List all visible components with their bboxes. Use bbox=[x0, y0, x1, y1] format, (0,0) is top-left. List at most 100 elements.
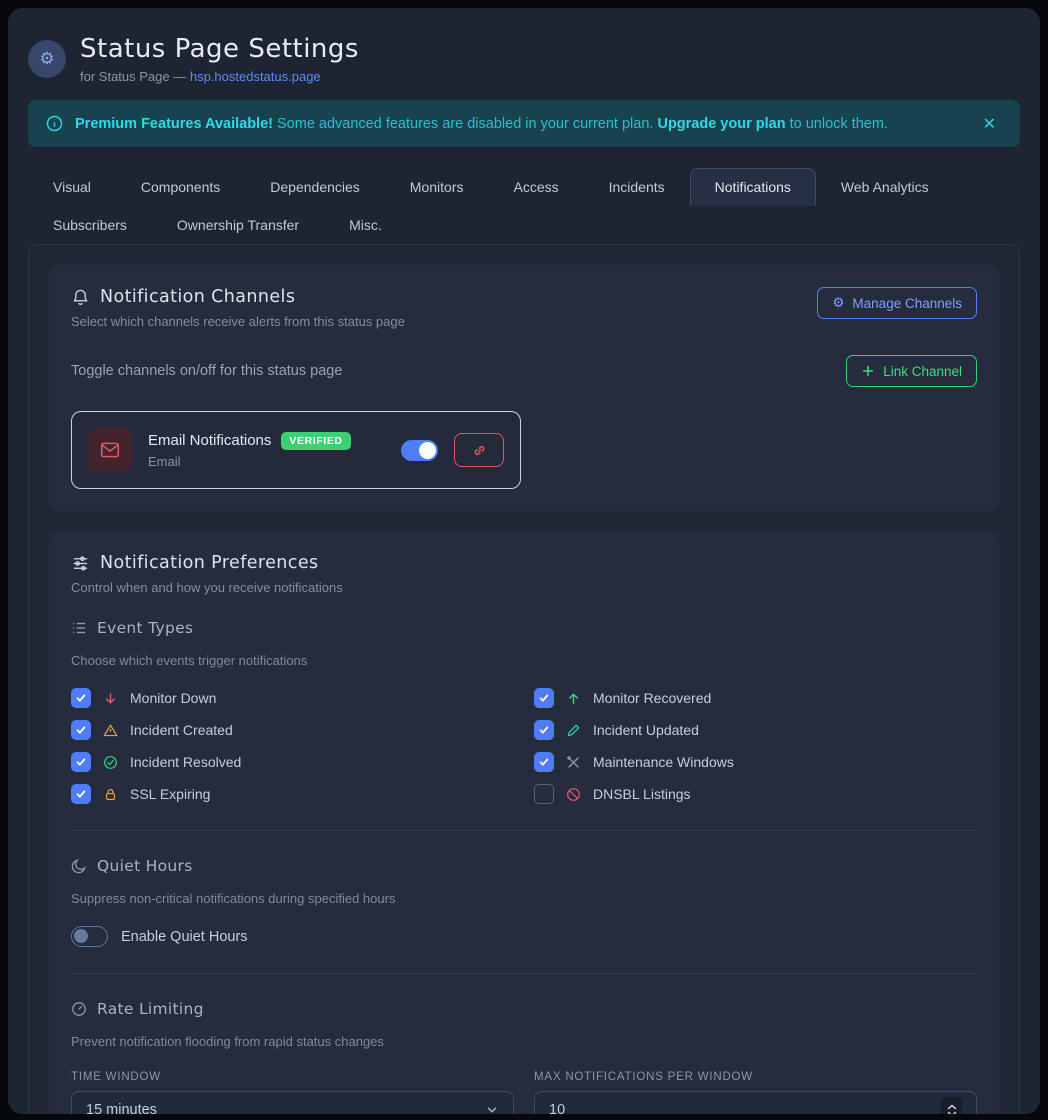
pencil-icon bbox=[565, 723, 582, 738]
preferences-title-row: Notification Preferences bbox=[71, 553, 977, 573]
tab-visual[interactable]: Visual bbox=[28, 168, 116, 206]
divider bbox=[71, 830, 977, 831]
event-item-incident-updated: Incident Updated bbox=[534, 720, 977, 740]
number-stepper[interactable] bbox=[941, 1097, 962, 1114]
link-channel-label: Link Channel bbox=[883, 364, 962, 379]
toggle-knob bbox=[74, 929, 88, 943]
event-label: Incident Updated bbox=[593, 722, 699, 738]
event-label: Monitor Down bbox=[130, 690, 216, 706]
channel-info: Email Notifications VERIFIED Email bbox=[148, 432, 385, 469]
email-channel-toggle[interactable] bbox=[401, 440, 438, 461]
time-window-select[interactable]: 15 minutes bbox=[71, 1091, 514, 1114]
tab-monitors[interactable]: Monitors bbox=[385, 168, 489, 206]
tools-icon bbox=[565, 755, 582, 770]
page-header-text: Status Page Settings for Status Page — h… bbox=[80, 34, 359, 84]
channel-row-email: Email Notifications VERIFIED Email bbox=[71, 411, 521, 489]
max-notifications-field: MAX NOTIFICATIONS PER WINDOW bbox=[534, 1071, 977, 1114]
event-item-dnsbl-listings: DNSBL Listings bbox=[534, 784, 977, 804]
page-header: ⚙ Status Page Settings for Status Page —… bbox=[28, 34, 1020, 84]
divider bbox=[71, 973, 977, 974]
channels-title-row: Notification Channels bbox=[71, 287, 405, 307]
quiet-hours-title-row: Quiet Hours bbox=[71, 857, 977, 875]
lock-icon bbox=[102, 787, 119, 802]
notification-preferences-card: Notification Preferences Control when an… bbox=[49, 531, 999, 1114]
channels-subtitle: Select which channels receive alerts fro… bbox=[71, 314, 405, 329]
tab-web-analytics[interactable]: Web Analytics bbox=[816, 168, 954, 206]
info-icon bbox=[46, 115, 63, 132]
event-label: Incident Resolved bbox=[130, 754, 241, 770]
quiet-hours-subtitle: Suppress non-critical notifications duri… bbox=[71, 891, 977, 906]
dnsbl-listings-checkbox[interactable] bbox=[534, 784, 554, 804]
tab-dependencies[interactable]: Dependencies bbox=[245, 168, 385, 206]
event-types-title: Event Types bbox=[97, 619, 193, 637]
event-item-maintenance-windows: Maintenance Windows bbox=[534, 752, 977, 772]
premium-banner: Premium Features Available! Some advance… bbox=[28, 100, 1020, 147]
tab-ownership-transfer[interactable]: Ownership Transfer bbox=[152, 206, 324, 244]
upgrade-plan-link[interactable]: Upgrade your plan bbox=[657, 116, 785, 132]
event-item-monitor-down: Monitor Down bbox=[71, 688, 514, 708]
tab-components[interactable]: Components bbox=[116, 168, 245, 206]
bell-icon bbox=[71, 288, 90, 307]
envelope-icon bbox=[99, 439, 121, 461]
toggle-hint: Toggle channels on/off for this status p… bbox=[71, 363, 342, 379]
tab-notifications[interactable]: Notifications bbox=[690, 168, 816, 206]
tab-access[interactable]: Access bbox=[488, 168, 583, 206]
event-label: Incident Created bbox=[130, 722, 233, 738]
incident-updated-checkbox[interactable] bbox=[534, 720, 554, 740]
premium-banner-text: Premium Features Available! Some advance… bbox=[75, 116, 965, 132]
page-title: Status Page Settings bbox=[80, 34, 359, 64]
preferences-title: Notification Preferences bbox=[100, 553, 319, 573]
event-types-title-row: Event Types bbox=[71, 619, 977, 637]
tab-misc[interactable]: Misc. bbox=[324, 206, 407, 244]
tab-incidents[interactable]: Incidents bbox=[584, 168, 690, 206]
event-item-ssl-expiring: SSL Expiring bbox=[71, 784, 514, 804]
status-page-link[interactable]: hsp.hostedstatus.page bbox=[190, 69, 321, 84]
max-notifications-input[interactable] bbox=[549, 1102, 941, 1114]
gear-avatar: ⚙ bbox=[28, 40, 66, 78]
premium-banner-bold: Premium Features Available! bbox=[75, 116, 273, 132]
channel-name: Email Notifications bbox=[148, 432, 271, 449]
gear-icon: ⚙ bbox=[832, 295, 844, 311]
settings-tabs: Visual Components Dependencies Monitors … bbox=[28, 168, 1020, 244]
plus-icon bbox=[861, 364, 875, 378]
page-subtitle-prefix: for Status Page — bbox=[80, 69, 190, 84]
monitor-down-checkbox[interactable] bbox=[71, 688, 91, 708]
sliders-icon bbox=[71, 554, 90, 573]
preferences-subtitle: Control when and how you receive notific… bbox=[71, 580, 977, 595]
settings-page: ⚙ Status Page Settings for Status Page —… bbox=[8, 8, 1040, 1114]
rate-limiting-title: Rate Limiting bbox=[97, 1000, 204, 1018]
event-item-incident-resolved: Incident Resolved bbox=[71, 752, 514, 772]
list-icon bbox=[71, 620, 87, 636]
enable-quiet-hours-toggle[interactable] bbox=[71, 926, 108, 947]
incident-resolved-checkbox[interactable] bbox=[71, 752, 91, 772]
link-channel-button[interactable]: Link Channel bbox=[846, 355, 977, 387]
manage-channels-label: Manage Channels bbox=[852, 296, 962, 311]
channel-tile bbox=[88, 428, 132, 472]
gauge-icon bbox=[71, 1001, 87, 1017]
manage-channels-button[interactable]: ⚙ Manage Channels bbox=[817, 287, 977, 319]
channel-name-row: Email Notifications VERIFIED bbox=[148, 432, 385, 450]
time-window-field: TIME WINDOW 15 minutes bbox=[71, 1071, 514, 1114]
event-item-monitor-recovered: Monitor Recovered bbox=[534, 688, 977, 708]
verified-badge: VERIFIED bbox=[281, 432, 350, 450]
premium-banner-middle: Some advanced features are disabled in y… bbox=[273, 116, 657, 132]
premium-banner-suffix: to unlock them. bbox=[786, 116, 888, 132]
maintenance-windows-checkbox[interactable] bbox=[534, 752, 554, 772]
check-circle-icon bbox=[102, 755, 119, 770]
rate-limiting-title-row: Rate Limiting bbox=[71, 1000, 977, 1018]
incident-created-checkbox[interactable] bbox=[71, 720, 91, 740]
channels-title: Notification Channels bbox=[100, 287, 295, 307]
monitor-recovered-checkbox[interactable] bbox=[534, 688, 554, 708]
chevron-down-icon bbox=[485, 1103, 499, 1114]
ban-icon bbox=[565, 787, 582, 802]
close-icon[interactable]: ✕ bbox=[977, 110, 1002, 138]
warning-triangle-icon bbox=[102, 723, 119, 738]
unlink-channel-button[interactable] bbox=[454, 433, 504, 467]
ssl-expiring-checkbox[interactable] bbox=[71, 784, 91, 804]
link-icon bbox=[472, 443, 487, 458]
tab-subscribers[interactable]: Subscribers bbox=[28, 206, 152, 244]
event-item-incident-created: Incident Created bbox=[71, 720, 514, 740]
notification-channels-card: Notification Channels Select which chann… bbox=[49, 265, 999, 511]
arrow-up-icon bbox=[565, 691, 582, 706]
event-label: Monitor Recovered bbox=[593, 690, 711, 706]
